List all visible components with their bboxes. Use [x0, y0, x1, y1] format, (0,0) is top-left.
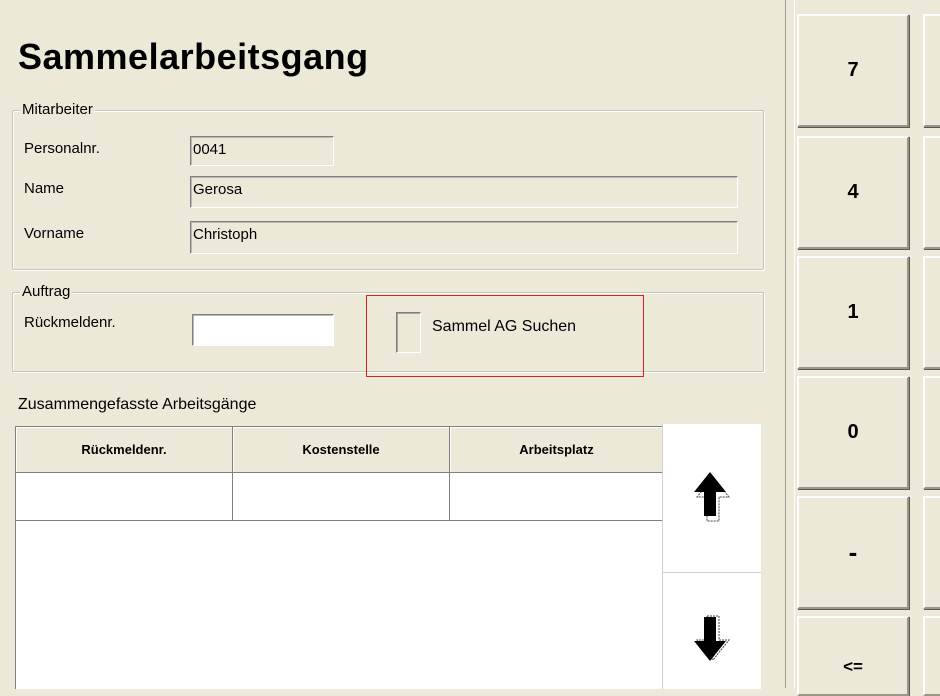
key-4-label: 4 — [847, 181, 859, 203]
key-1-label: 1 — [847, 301, 859, 323]
arrow-up-icon — [694, 472, 731, 522]
key-backspace-label: <= — [843, 657, 863, 676]
rueckmeldenr-input[interactable] — [192, 314, 334, 346]
vorname-label: Vorname — [24, 225, 85, 242]
keypad-key-col2-row3[interactable] — [923, 256, 940, 369]
key-minus-label: - — [848, 537, 858, 567]
mitarbeiter-legend: Mitarbeiter — [20, 101, 95, 118]
keypad-key-col2-row6[interactable] — [923, 616, 940, 696]
column-header-rueckmeldenr[interactable]: Rückmeldenr. — [16, 427, 233, 473]
panel-divider — [785, 0, 795, 688]
table-cell-rueckmeldenr[interactable] — [16, 473, 233, 521]
keypad-key-minus[interactable]: - — [797, 496, 909, 609]
keypad-key-backspace[interactable]: <= — [797, 616, 909, 696]
keypad-key-7[interactable]: 7 — [797, 14, 909, 127]
keypad-key-col2-row5[interactable] — [923, 496, 940, 609]
scroll-up-button[interactable] — [662, 424, 761, 572]
keypad-key-col2-row1[interactable] — [923, 14, 940, 127]
auftrag-legend: Auftrag — [20, 283, 73, 300]
keypad-key-col2-row4[interactable] — [923, 376, 940, 489]
scroll-down-button[interactable] — [662, 572, 761, 689]
arrow-down-icon — [694, 615, 731, 661]
keypad-key-0[interactable]: 0 — [797, 376, 909, 489]
sammel-ag-checkbox[interactable] — [396, 312, 421, 353]
sammel-ag-label[interactable]: Sammel AG Suchen — [432, 318, 576, 336]
personalnr-label: Personalnr. — [24, 140, 100, 157]
vorname-field: Christoph — [190, 221, 738, 254]
name-label: Name — [24, 180, 65, 197]
key-7-label: 7 — [847, 59, 859, 81]
table-caption: Zusammengefasste Arbeitsgänge — [18, 396, 257, 413]
column-header-kostenstelle[interactable]: Kostenstelle — [233, 427, 450, 473]
keypad-key-4[interactable]: 4 — [797, 136, 909, 249]
table-cell-kostenstelle[interactable] — [233, 473, 450, 521]
table-cell-arbeitsplatz[interactable] — [450, 473, 663, 521]
name-field: Gerosa — [190, 176, 738, 208]
page-title: Sammelarbeitsgang — [18, 36, 369, 77]
keypad-key-col2-row2[interactable] — [923, 136, 940, 249]
arbeitsgaenge-table[interactable]: Rückmeldenr. Kostenstelle Arbeitsplatz — [15, 426, 664, 689]
rueckmeldenr-label: Rückmeldenr. — [24, 314, 116, 331]
key-0-label: 0 — [847, 421, 859, 443]
keypad-key-1[interactable]: 1 — [797, 256, 909, 369]
personalnr-field: 0041 — [190, 136, 334, 166]
column-header-arbeitsplatz[interactable]: Arbeitsplatz — [450, 427, 663, 473]
